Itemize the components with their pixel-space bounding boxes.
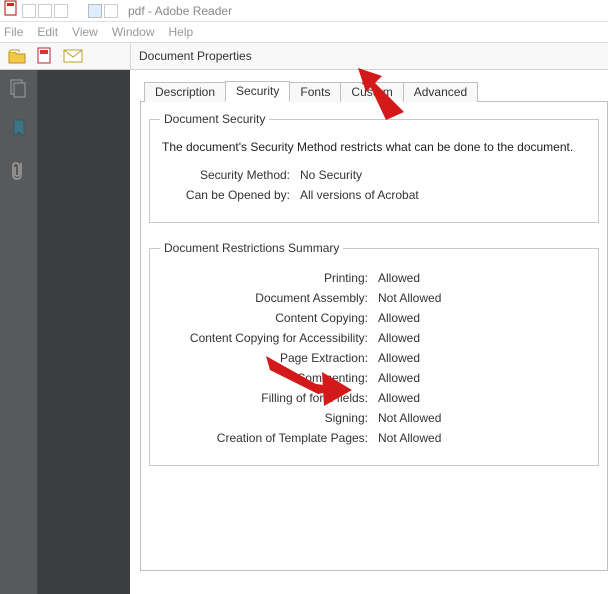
kv-row: Page Extraction:Allowed <box>160 351 588 365</box>
kv-value: Allowed <box>378 311 420 325</box>
kv-value: Allowed <box>378 271 420 285</box>
pdf-icon[interactable] <box>34 46 56 66</box>
properties-panel: Description Security Fonts Custom Advanc… <box>130 70 608 594</box>
kv-label: Can be Opened by: <box>160 188 300 202</box>
open-icon[interactable] <box>6 46 28 66</box>
bookmark-icon[interactable] <box>11 119 27 144</box>
kv-label: Printing: <box>160 271 378 285</box>
doc-thumb-icon <box>22 4 36 18</box>
tab-security[interactable]: Security <box>225 81 290 102</box>
group-legend: Document Security <box>160 112 269 126</box>
menu-edit[interactable]: Edit <box>37 25 58 39</box>
kv-label: Page Extraction: <box>160 351 378 365</box>
window-title: pdf - Adobe Reader <box>128 4 232 18</box>
kv-row: Security Method: No Security <box>160 168 588 182</box>
kv-value: Not Allowed <box>378 431 441 445</box>
tabs: Description Security Fonts Custom Advanc… <box>144 78 608 102</box>
menu-help[interactable]: Help <box>169 25 194 39</box>
tab-description[interactable]: Description <box>144 82 226 102</box>
menu-view[interactable]: View <box>72 25 98 39</box>
document-restrictions-group: Document Restrictions Summary Printing:A… <box>149 241 599 466</box>
titlebar: pdf - Adobe Reader <box>0 0 608 22</box>
email-icon[interactable] <box>62 46 84 66</box>
menu-file[interactable]: File <box>4 25 23 39</box>
app-icon <box>4 0 20 21</box>
doc-thumb-icon <box>104 4 118 18</box>
kv-row: Signing:Not Allowed <box>160 411 588 425</box>
security-intro: The document's Security Method restricts… <box>162 140 588 154</box>
kv-label: Content Copying: <box>160 311 378 325</box>
kv-row: Commenting:Allowed <box>160 371 588 385</box>
kv-label: Creation of Template Pages: <box>160 431 378 445</box>
kv-row: Content Copying for Accessibility:Allowe… <box>160 331 588 345</box>
kv-label: Security Method: <box>160 168 300 182</box>
kv-value: Allowed <box>378 391 420 405</box>
kv-label: Signing: <box>160 411 378 425</box>
document-security-group: Document Security The document's Securit… <box>149 112 599 223</box>
tab-body-security: Document Security The document's Securit… <box>140 101 608 571</box>
menubar: File Edit View Window Help <box>0 22 608 42</box>
kv-row: Printing:Allowed <box>160 271 588 285</box>
kv-value: Allowed <box>378 351 420 365</box>
kv-row: Filling of form fields:Allowed <box>160 391 588 405</box>
kv-label: Content Copying for Accessibility: <box>160 331 378 345</box>
doc-thumb-icon <box>38 4 52 18</box>
kv-row: Document Assembly:Not Allowed <box>160 291 588 305</box>
kv-label: Commenting: <box>160 371 378 385</box>
pages-icon[interactable] <box>10 78 28 103</box>
kv-value: Allowed <box>378 371 420 385</box>
dialog-title: Document Properties <box>130 43 608 69</box>
kv-value: Allowed <box>378 331 420 345</box>
tab-advanced[interactable]: Advanced <box>403 82 478 102</box>
menu-window[interactable]: Window <box>112 25 155 39</box>
group-legend: Document Restrictions Summary <box>160 241 343 255</box>
kv-value: Not Allowed <box>378 291 441 305</box>
doc-thumb-icon <box>88 4 102 18</box>
kv-label: Document Assembly: <box>160 291 378 305</box>
doc-thumb-icon <box>54 4 68 18</box>
kv-row: Creation of Template Pages:Not Allowed <box>160 431 588 445</box>
tab-custom[interactable]: Custom <box>340 82 403 102</box>
toolbar: Document Properties <box>0 42 608 70</box>
document-preview-area <box>38 70 130 594</box>
kv-row: Content Copying:Allowed <box>160 311 588 325</box>
kv-label: Filling of form fields: <box>160 391 378 405</box>
kv-value: Not Allowed <box>378 411 441 425</box>
nav-sidebar <box>0 70 38 594</box>
kv-value: No Security <box>300 168 362 182</box>
attachment-icon[interactable] <box>11 160 27 187</box>
tab-fonts[interactable]: Fonts <box>289 82 341 102</box>
kv-value: All versions of Acrobat <box>300 188 419 202</box>
kv-row: Can be Opened by: All versions of Acroba… <box>160 188 588 202</box>
